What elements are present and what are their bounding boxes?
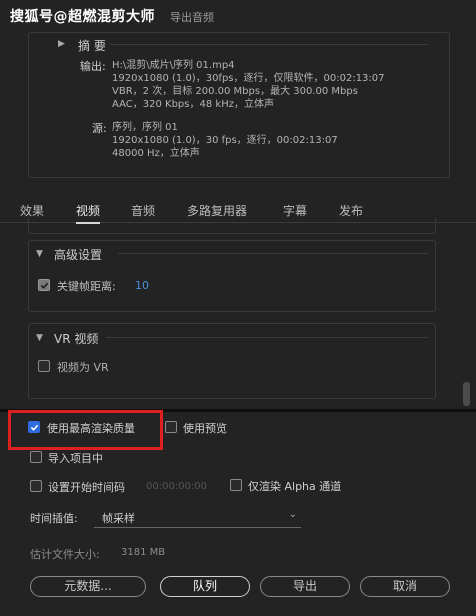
collapse-vr-icon[interactable]: ▼ (36, 333, 43, 343)
start-timecode-value[interactable]: 00:00:00:00 (146, 481, 207, 492)
queue-button[interactable]: 队列 (160, 576, 250, 597)
output-label: 输出: (80, 60, 106, 73)
keyframe-distance-value[interactable]: 10 (135, 279, 149, 292)
import-project-checkbox[interactable] (30, 451, 42, 463)
watermark: 搜狐号@超燃混剪大师 (10, 9, 155, 25)
advanced-divider (118, 253, 428, 254)
chevron-down-icon: ⌄ (288, 509, 297, 520)
render-alpha-only-label: 仅渲染 Alpha 通道 (248, 480, 342, 493)
collapse-summary-icon[interactable]: ▶ (58, 39, 65, 49)
source-info: 序列，序列 01 1920x1080 (1.0)，30 fps，逐行，00:02… (112, 121, 338, 160)
source-line: 1920x1080 (1.0)，30 fps，逐行，00:02:13:07 (112, 135, 338, 146)
time-interpolation-value: 帧采样 (102, 512, 135, 525)
settings-scrollbar-thumb[interactable] (463, 382, 470, 406)
highlight-box (8, 410, 163, 450)
metadata-button[interactable]: 元数据... (30, 576, 146, 597)
estimated-filesize-label: 估计文件大小: (30, 548, 100, 561)
export-button[interactable]: 导出 (260, 576, 350, 597)
keyframe-distance-label: 关键帧距离: (57, 280, 116, 293)
source-label: 源: (92, 122, 107, 135)
summary-divider (110, 44, 428, 45)
import-project-label: 导入项目中 (48, 452, 103, 465)
export-audio-label[interactable]: 导出音频 (170, 9, 214, 25)
vr-divider (106, 337, 428, 338)
use-preview-label: 使用预览 (183, 422, 227, 435)
video-is-vr-label: 视频为 VR (57, 361, 109, 374)
time-interpolation-select[interactable]: 帧采样 ⌄ (94, 508, 301, 528)
output-info: H:\混剪\成片\序列 01.mp4 1920x1080 (1.0)，30fps… (112, 59, 385, 111)
output-line: 1920x1080 (1.0)，30fps，逐行，仅限软件，00:02:13:0… (112, 73, 385, 84)
source-line: 48000 Hz，立体声 (112, 148, 200, 159)
summary-title: 摘 要 (78, 39, 106, 53)
output-line: H:\混剪\成片\序列 01.mp4 (112, 60, 235, 71)
cancel-button[interactable]: 取消 (360, 576, 450, 597)
set-start-timecode-label: 设置开始时间码 (48, 481, 125, 494)
video-is-vr-checkbox[interactable] (38, 360, 50, 372)
keyframe-distance-checkbox[interactable] (38, 279, 50, 291)
collapse-advanced-icon[interactable]: ▼ (36, 249, 43, 259)
tab-audio[interactable]: 音频 (131, 202, 155, 219)
estimated-filesize-value: 3181 MB (121, 547, 166, 558)
tab-captions[interactable]: 字幕 (283, 202, 307, 219)
vr-video-title: VR 视频 (54, 332, 99, 346)
advanced-settings-title: 高级设置 (54, 248, 103, 262)
output-line: VBR，2 次，目标 200.00 Mbps，最大 300.00 Mbps (112, 86, 358, 97)
set-start-timecode-checkbox[interactable] (30, 480, 42, 492)
output-line: AAC，320 Kbps，48 kHz，立体声 (112, 99, 274, 110)
tab-publish[interactable]: 发布 (339, 202, 363, 219)
render-alpha-only-checkbox[interactable] (230, 479, 242, 491)
use-preview-checkbox[interactable] (165, 421, 177, 433)
settings-scrollbar[interactable] (463, 226, 470, 406)
tab-multiplexer[interactable]: 多路复用器 (187, 202, 247, 219)
previous-panel-edge (28, 218, 436, 234)
tab-effects[interactable]: 效果 (20, 202, 44, 219)
time-interpolation-label: 时间插值: (30, 512, 78, 525)
source-line: 序列，序列 01 (112, 122, 178, 133)
